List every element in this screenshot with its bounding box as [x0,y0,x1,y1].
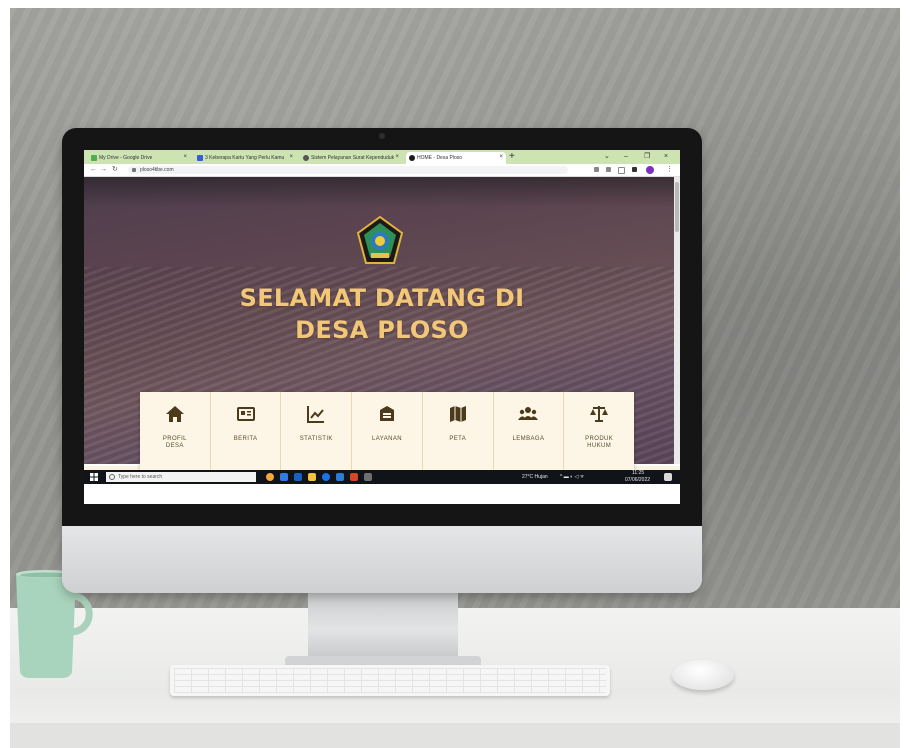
app-icon[interactable] [350,473,358,481]
menu-label: BERITA [233,436,258,442]
quick-menu: PROFIL DESA BERITA STATISTIK LAYANAN PET… [140,392,634,470]
profile-avatar[interactable] [646,166,654,174]
edge-icon[interactable] [294,473,302,481]
service-box-icon [380,406,395,421]
menu-label: LAYANAN [372,436,402,442]
minimize-icon[interactable]: – [624,150,628,164]
map-icon [449,406,466,422]
tab-kartu[interactable]: 3 Keberapa Kartu Yang Perlu Kamu × [194,152,296,164]
monitor-chin [62,526,702,593]
new-tab-icon[interactable]: + [509,150,515,164]
welcome-heading: SELAMAT DATANG DI DESA PLOSO [84,282,680,346]
extension-icon[interactable] [594,167,599,172]
keyboard [170,665,610,696]
windows-taskbar: Type here to search 27°C Hujan ^ ▬ ◐ ◁ ᯤ… [84,470,680,484]
close-icon[interactable]: × [289,154,293,160]
search-icon [109,474,115,480]
menu-kebab-icon[interactable]: ⋮ [666,164,673,176]
tab-label: HOME - Desa Ploso [417,155,463,161]
task-view-icon[interactable] [266,473,274,481]
village-emblem-logo [356,215,404,264]
notification-icon[interactable] [664,473,672,481]
newspaper-icon [236,407,255,421]
home-icon [165,406,184,422]
close-icon[interactable]: × [183,154,187,160]
browser-toolbar: ← → ↻ ploso4tibe.com ⋮ [84,164,680,177]
menu-item-lembaga[interactable]: LEMBAGA [494,392,565,470]
browser-tab-bar: My Drive - Google Drive × 3 Keberapa Kar… [84,150,680,164]
monitor-bezel: My Drive - Google Drive × 3 Keberapa Kar… [62,128,702,526]
menu-item-profil-desa[interactable]: PROFIL DESA [140,392,211,470]
chrome-icon[interactable] [322,473,330,481]
menu-item-peta[interactable]: PETA [423,392,494,470]
menu-label: PRODUK HUKUM [585,436,614,449]
tab-label: My Drive - Google Drive [99,155,153,161]
mouse [672,660,734,690]
app-icon[interactable] [364,473,372,481]
menu-label: PETA [449,436,467,442]
menu-label: STATISTIK [299,436,333,442]
scrollbar-thumb[interactable] [675,182,679,232]
close-icon[interactable]: × [395,154,399,160]
drive-icon [91,155,97,161]
tab-search-icon[interactable]: ⌄ [604,150,610,164]
menu-item-layanan[interactable]: LAYANAN [352,392,423,470]
bookmark-star-icon[interactable] [618,167,625,174]
close-icon[interactable]: × [499,154,503,160]
tab-label: Sistem Pelayanan Surat Kependuduk [311,155,395,161]
back-icon[interactable]: ← [90,164,97,176]
chart-icon [307,406,325,423]
users-icon [518,407,539,420]
clock-time[interactable]: 11:25 [632,470,644,477]
tab-label: 3 Keberapa Kartu Yang Perlu Kamu [205,155,285,161]
monitor-screen: My Drive - Google Drive × 3 Keberapa Kar… [84,150,680,504]
weather-text[interactable]: 27°C Hujan [522,470,548,484]
menu-label: PROFIL DESA [162,436,187,449]
share-icon[interactable] [606,167,611,172]
search-placeholder: Type here to search [118,474,163,480]
balance-scale-icon [590,406,609,422]
address-bar[interactable]: ploso4tibe.com [128,166,568,174]
photo: My Drive - Google Drive × 3 Keberapa Kar… [10,8,900,748]
clock-date[interactable]: 07/06/2022 [625,477,650,484]
camera [379,133,385,139]
menu-item-produk-hukum[interactable]: PRODUK HUKUM [564,392,634,470]
url-text: ploso4tibe.com [140,167,174,173]
close-window-icon[interactable]: × [664,150,668,164]
welcome-heading-line1: SELAMAT DATANG DI [239,284,525,312]
tree-line [84,177,680,207]
reload-icon[interactable]: ↻ [112,164,118,176]
forward-icon[interactable]: → [100,164,107,176]
windows-start-icon[interactable] [90,473,98,481]
menu-item-berita[interactable]: BERITA [211,392,282,470]
menu-item-statistik[interactable]: STATISTIK [281,392,353,470]
app-icon[interactable] [280,473,288,481]
menu-label: LEMBAGA [512,436,545,442]
site-favicon-icon [409,155,415,161]
site-favicon-icon [197,155,203,161]
sidebar-icon[interactable] [632,167,637,172]
maximize-icon[interactable]: ❐ [644,150,650,164]
desk-edge [10,723,900,748]
tab-google-drive[interactable]: My Drive - Google Drive × [88,152,190,164]
word-icon[interactable] [336,473,344,481]
tab-home-desa-ploso[interactable]: HOME - Desa Ploso × [406,152,506,164]
taskbar-search-input[interactable]: Type here to search [106,472,256,482]
monitor-stand [308,591,458,661]
welcome-heading-line2: DESA PLOSO [295,316,469,344]
keyboard-keys [174,668,606,693]
globe-icon [303,155,309,161]
file-explorer-icon[interactable] [308,473,316,481]
imac-monitor: My Drive - Google Drive × 3 Keberapa Kar… [62,128,702,593]
system-tray-icons[interactable]: ^ ▬ ◐ ◁ ᯤ [560,470,584,484]
lock-icon [132,168,136,172]
tab-sistem-pelayanan[interactable]: Sistem Pelayanan Surat Kependuduk × [300,152,402,164]
